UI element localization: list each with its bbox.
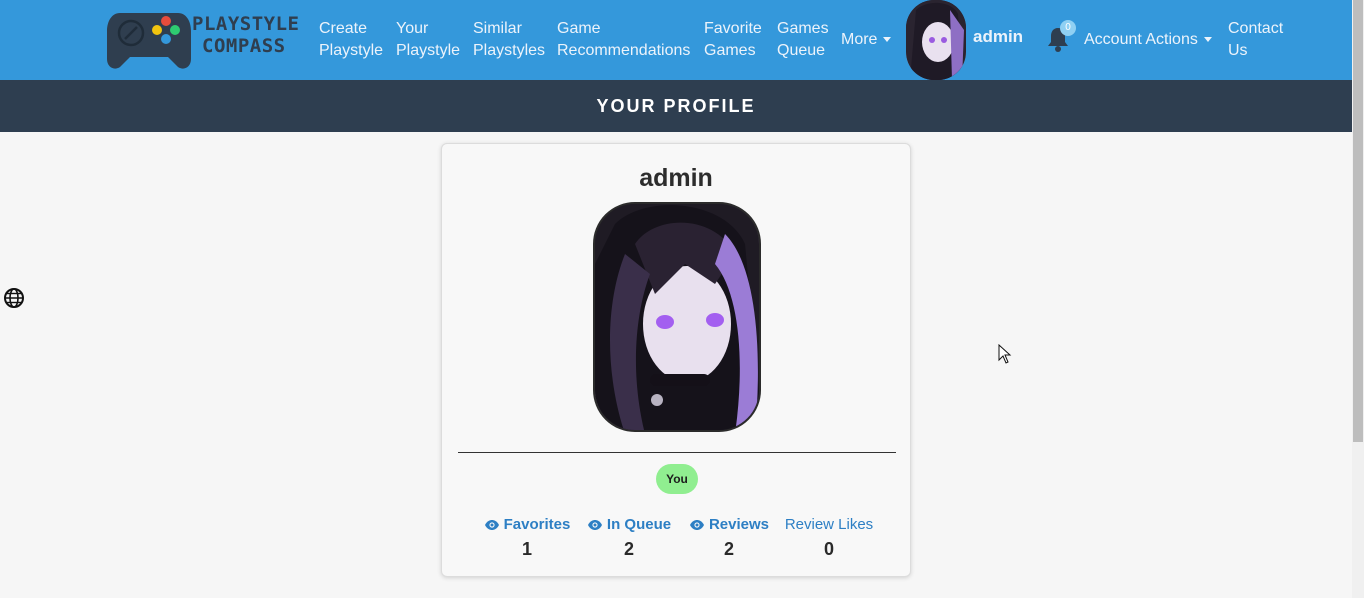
top-navbar: PLAYSTYLE COMPASS Create Playstyle Your … (0, 0, 1352, 80)
nav-label: Recommendations (557, 42, 691, 59)
account-actions-dropdown[interactable]: Account Actions (1084, 29, 1212, 51)
logo-line-2: COMPASS (202, 35, 286, 57)
nav-label: Similar (473, 20, 522, 37)
stat-in-queue[interactable]: In Queue 2 (584, 516, 674, 560)
nav-label: Games (777, 20, 829, 37)
stat-value: 0 (823, 539, 834, 559)
app-logo[interactable]: PLAYSTYLE COMPASS (106, 9, 300, 73)
nav-username[interactable]: admin (973, 27, 1023, 47)
nav-label: Playstyle (319, 42, 384, 59)
nav-games-queue[interactable]: Games Queue (777, 18, 829, 62)
scrollbar-thumb[interactable] (1353, 0, 1363, 442)
stat-label: Favorites (503, 516, 571, 533)
stat-value: 2 (623, 539, 634, 559)
stat-label: In Queue (606, 516, 672, 533)
mouse-cursor-icon (998, 344, 1012, 364)
stat-value: 1 (521, 539, 532, 559)
notification-count-badge: 0 (1060, 20, 1076, 36)
gamepad-logo-icon (107, 13, 191, 69)
nav-favorite-games[interactable]: Favorite Games (704, 18, 762, 62)
nav-similar-playstyles[interactable]: Similar Playstyles (473, 18, 545, 62)
nav-label: Playstyles (473, 42, 546, 59)
nav-create-playstyle[interactable]: Create Playstyle (319, 18, 383, 62)
account-actions-label: Account Actions (1084, 31, 1198, 48)
profile-username: admin (639, 164, 713, 192)
logo-text: PLAYSTYLE COMPASS (192, 13, 300, 57)
profile-card: admin You Favorites 1 In Queue 2 Reviews… (441, 143, 911, 577)
user-avatar[interactable] (906, 0, 966, 80)
stat-label: Review Likes (784, 516, 874, 533)
logo-line-1: PLAYSTYLE (192, 13, 300, 35)
globe-icon[interactable] (4, 288, 24, 308)
nav-label: Queue (777, 42, 826, 59)
caret-down-icon (883, 37, 892, 43)
stat-review-likes[interactable]: Review Likes 0 (782, 516, 876, 560)
avatar-illustration (906, 0, 966, 80)
nav-contact-us[interactable]: Contact Us (1228, 18, 1283, 62)
more-label: More (841, 31, 878, 48)
nav-label: Playstyle (396, 42, 461, 59)
eye-icon (484, 519, 499, 530)
nav-label: Contact (1228, 20, 1284, 37)
profile-illustration (595, 204, 759, 430)
stat-reviews[interactable]: Reviews 2 (686, 516, 772, 560)
nav-more-dropdown[interactable]: More (841, 29, 892, 51)
section-divider (458, 452, 896, 453)
stat-favorites[interactable]: Favorites 1 (480, 516, 574, 560)
stat-label: Reviews (708, 516, 770, 533)
nav-label: Create (319, 20, 368, 37)
eye-icon (587, 519, 602, 530)
nav-game-recommendations[interactable]: Game Recommendations (557, 18, 690, 62)
you-badge: You (656, 464, 698, 494)
nav-label: Games (704, 42, 756, 59)
nav-your-playstyle[interactable]: Your Playstyle (396, 18, 460, 62)
nav-label: Game (557, 20, 601, 37)
nav-label: Your (396, 20, 429, 37)
profile-picture (593, 202, 761, 432)
caret-down-icon (1203, 37, 1212, 43)
page-title: YOUR PROFILE (0, 80, 1352, 132)
eye-icon (689, 519, 704, 530)
nav-label: Favorite (704, 20, 762, 37)
stat-value: 2 (723, 539, 734, 559)
nav-label: Us (1228, 42, 1248, 59)
